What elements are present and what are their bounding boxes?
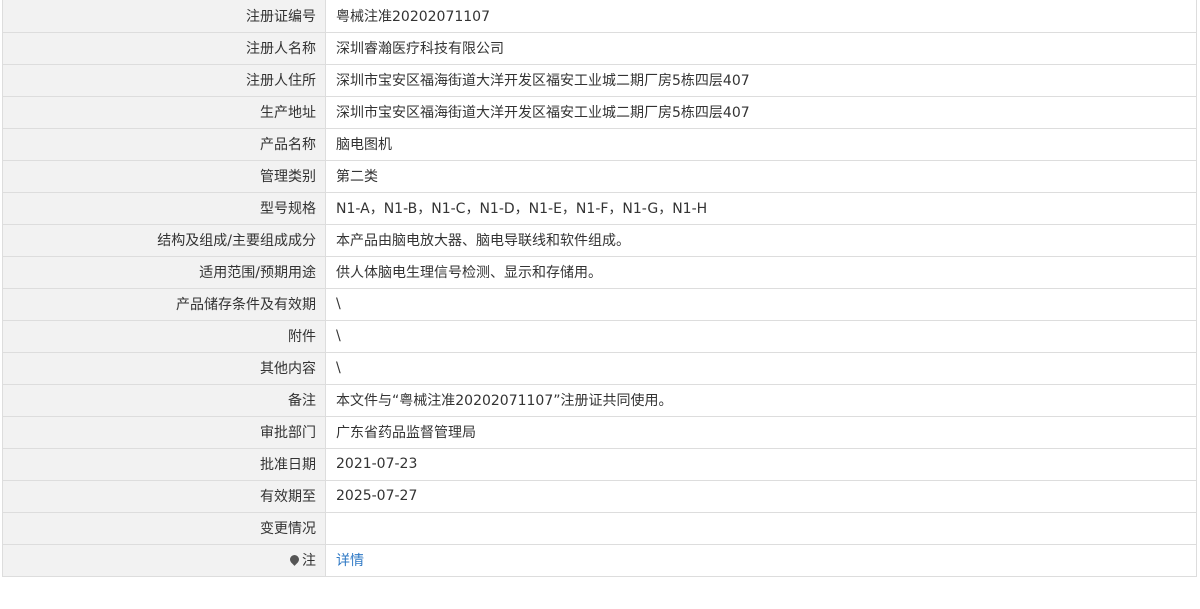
value-storage-validity: \ [325, 287, 1197, 321]
row-model-spec: 型号规格 N1-A，N1-B，N1-C，N1-D，N1-E，N1-F，N1-G，… [2, 191, 1197, 225]
row-intended-use: 适用范围/预期用途 供人体脑电生理信号检测、显示和存储用。 [2, 255, 1197, 289]
value-remarks: 本文件与“粤械注准20202071107”注册证共同使用。 [325, 383, 1197, 417]
label-other-content: 其他内容 [2, 351, 326, 385]
row-valid-until: 有效期至 2025-07-27 [2, 479, 1197, 513]
value-attachments: \ [325, 319, 1197, 353]
label-approval-date: 批准日期 [2, 447, 326, 481]
value-product-name: 脑电图机 [325, 127, 1197, 161]
label-remarks: 备注 [2, 383, 326, 417]
value-management-category: 第二类 [325, 159, 1197, 193]
label-change-history: 变更情况 [2, 511, 326, 545]
value-valid-until: 2025-07-27 [325, 479, 1197, 513]
details-link[interactable]: 详情 [336, 553, 364, 569]
detail-table-body: 注册证编号 粤械注准20202071107 注册人名称 深圳睿瀚医疗科技有限公司… [2, 0, 1197, 577]
registration-detail-table: 注册证编号 粤械注准20202071107 注册人名称 深圳睿瀚医疗科技有限公司… [2, 0, 1197, 577]
value-model-spec: N1-A，N1-B，N1-C，N1-D，N1-E，N1-F，N1-G，N1-H [325, 191, 1197, 225]
row-production-address: 生产地址 深圳市宝安区福海街道大洋开发区福安工业城二期厂房5栋四层407 [2, 95, 1197, 129]
row-registrant-name: 注册人名称 深圳睿瀚医疗科技有限公司 [2, 31, 1197, 65]
row-approval-department: 审批部门 广东省药品监督管理局 [2, 415, 1197, 449]
value-approval-department: 广东省药品监督管理局 [325, 415, 1197, 449]
row-attachments: 附件 \ [2, 319, 1197, 353]
label-intended-use: 适用范围/预期用途 [2, 255, 326, 289]
row-change-history: 变更情况 [2, 511, 1197, 545]
row-structure-composition: 结构及组成/主要组成成分 本产品由脑电放大器、脑电导联线和软件组成。 [2, 223, 1197, 257]
row-registration-number: 注册证编号 粤械注准20202071107 [2, 0, 1197, 33]
map-pin-icon [288, 553, 301, 566]
value-note: 详情 [325, 543, 1197, 577]
value-structure-composition: 本产品由脑电放大器、脑电导联线和软件组成。 [325, 223, 1197, 257]
row-other-content: 其他内容 \ [2, 351, 1197, 385]
value-registrant-address: 深圳市宝安区福海街道大洋开发区福安工业城二期厂房5栋四层407 [325, 63, 1197, 97]
label-model-spec: 型号规格 [2, 191, 326, 225]
row-storage-validity: 产品储存条件及有效期 \ [2, 287, 1197, 321]
label-structure-composition: 结构及组成/主要组成成分 [2, 223, 326, 257]
label-attachments: 附件 [2, 319, 326, 353]
value-approval-date: 2021-07-23 [325, 447, 1197, 481]
value-registration-number: 粤械注准20202071107 [325, 0, 1197, 33]
label-approval-department: 审批部门 [2, 415, 326, 449]
label-production-address: 生产地址 [2, 95, 326, 129]
row-management-category: 管理类别 第二类 [2, 159, 1197, 193]
row-approval-date: 批准日期 2021-07-23 [2, 447, 1197, 481]
label-registrant-name: 注册人名称 [2, 31, 326, 65]
value-registrant-name: 深圳睿瀚医疗科技有限公司 [325, 31, 1197, 65]
label-product-name: 产品名称 [2, 127, 326, 161]
value-change-history [325, 511, 1197, 545]
value-other-content: \ [325, 351, 1197, 385]
label-note: 注 [2, 543, 326, 577]
row-remarks: 备注 本文件与“粤械注准20202071107”注册证共同使用。 [2, 383, 1197, 417]
row-product-name: 产品名称 脑电图机 [2, 127, 1197, 161]
label-registrant-address: 注册人住所 [2, 63, 326, 97]
row-registrant-address: 注册人住所 深圳市宝安区福海街道大洋开发区福安工业城二期厂房5栋四层407 [2, 63, 1197, 97]
label-storage-validity: 产品储存条件及有效期 [2, 287, 326, 321]
label-valid-until: 有效期至 [2, 479, 326, 513]
value-intended-use: 供人体脑电生理信号检测、显示和存储用。 [325, 255, 1197, 289]
label-management-category: 管理类别 [2, 159, 326, 193]
row-note: 注 详情 [2, 543, 1197, 577]
label-registration-number: 注册证编号 [2, 0, 326, 33]
note-label-text: 注 [302, 553, 316, 569]
value-production-address: 深圳市宝安区福海街道大洋开发区福安工业城二期厂房5栋四层407 [325, 95, 1197, 129]
